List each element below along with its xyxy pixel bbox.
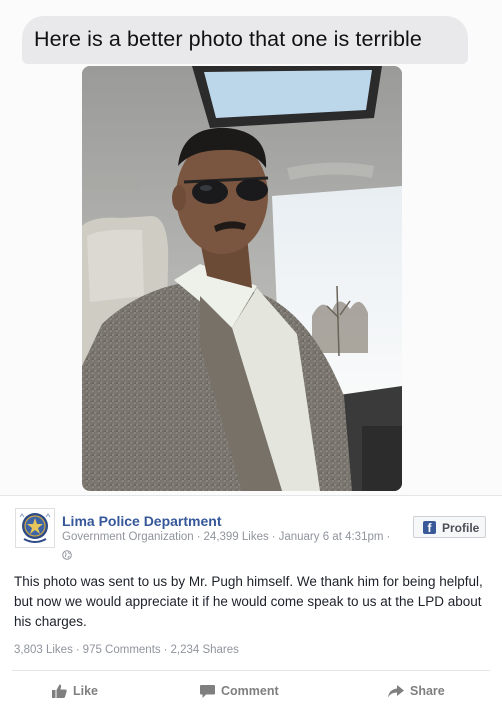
comment-label: Comment: [221, 684, 279, 698]
comment-count[interactable]: 975 Comments: [83, 644, 161, 656]
comment-icon: [200, 684, 215, 698]
action-divider: [12, 670, 490, 671]
share-button[interactable]: Share: [388, 680, 445, 702]
facebook-post: Lima Police Department Government Organi…: [0, 495, 502, 716]
message-thread: Here is a better photo that one is terri…: [0, 0, 502, 495]
post-body-text: This photo was sent to us by Mr. Pugh hi…: [14, 574, 483, 629]
share-count[interactable]: 2,234 Shares: [171, 644, 239, 656]
message-bubble: Here is a better photo that one is terri…: [22, 16, 468, 64]
post-timestamp[interactable]: January 6 at 4:31pm: [279, 531, 384, 543]
globe-icon: [62, 547, 72, 560]
police-badge-logo[interactable]: [15, 508, 55, 548]
selfie-photo[interactable]: [82, 66, 402, 491]
like-button[interactable]: Like: [52, 680, 98, 702]
like-label: Like: [73, 684, 99, 698]
comment-button[interactable]: Comment: [200, 680, 279, 702]
message-text: Here is a better photo that one is terri…: [34, 27, 422, 51]
post-stats: 3,803 Likes · 975 Comments · 2,234 Shares: [14, 644, 239, 656]
profile-button-label: Profile: [442, 521, 480, 535]
page-meta: Government Organization · 24,399 Likes · Jan…: [62, 531, 391, 543]
facebook-f-icon: f: [423, 521, 436, 535]
page-category: Government Organization: [62, 531, 194, 543]
profile-button[interactable]: f Profile: [413, 516, 486, 538]
page-likes: 24,399 Likes: [203, 531, 269, 543]
share-arrow-icon: [388, 684, 404, 698]
like-count[interactable]: 3,803 Likes: [14, 644, 73, 656]
thumbs-up-icon: [52, 684, 67, 698]
share-label: Share: [410, 684, 445, 698]
page-name-link[interactable]: Lima Police Department: [62, 513, 222, 529]
